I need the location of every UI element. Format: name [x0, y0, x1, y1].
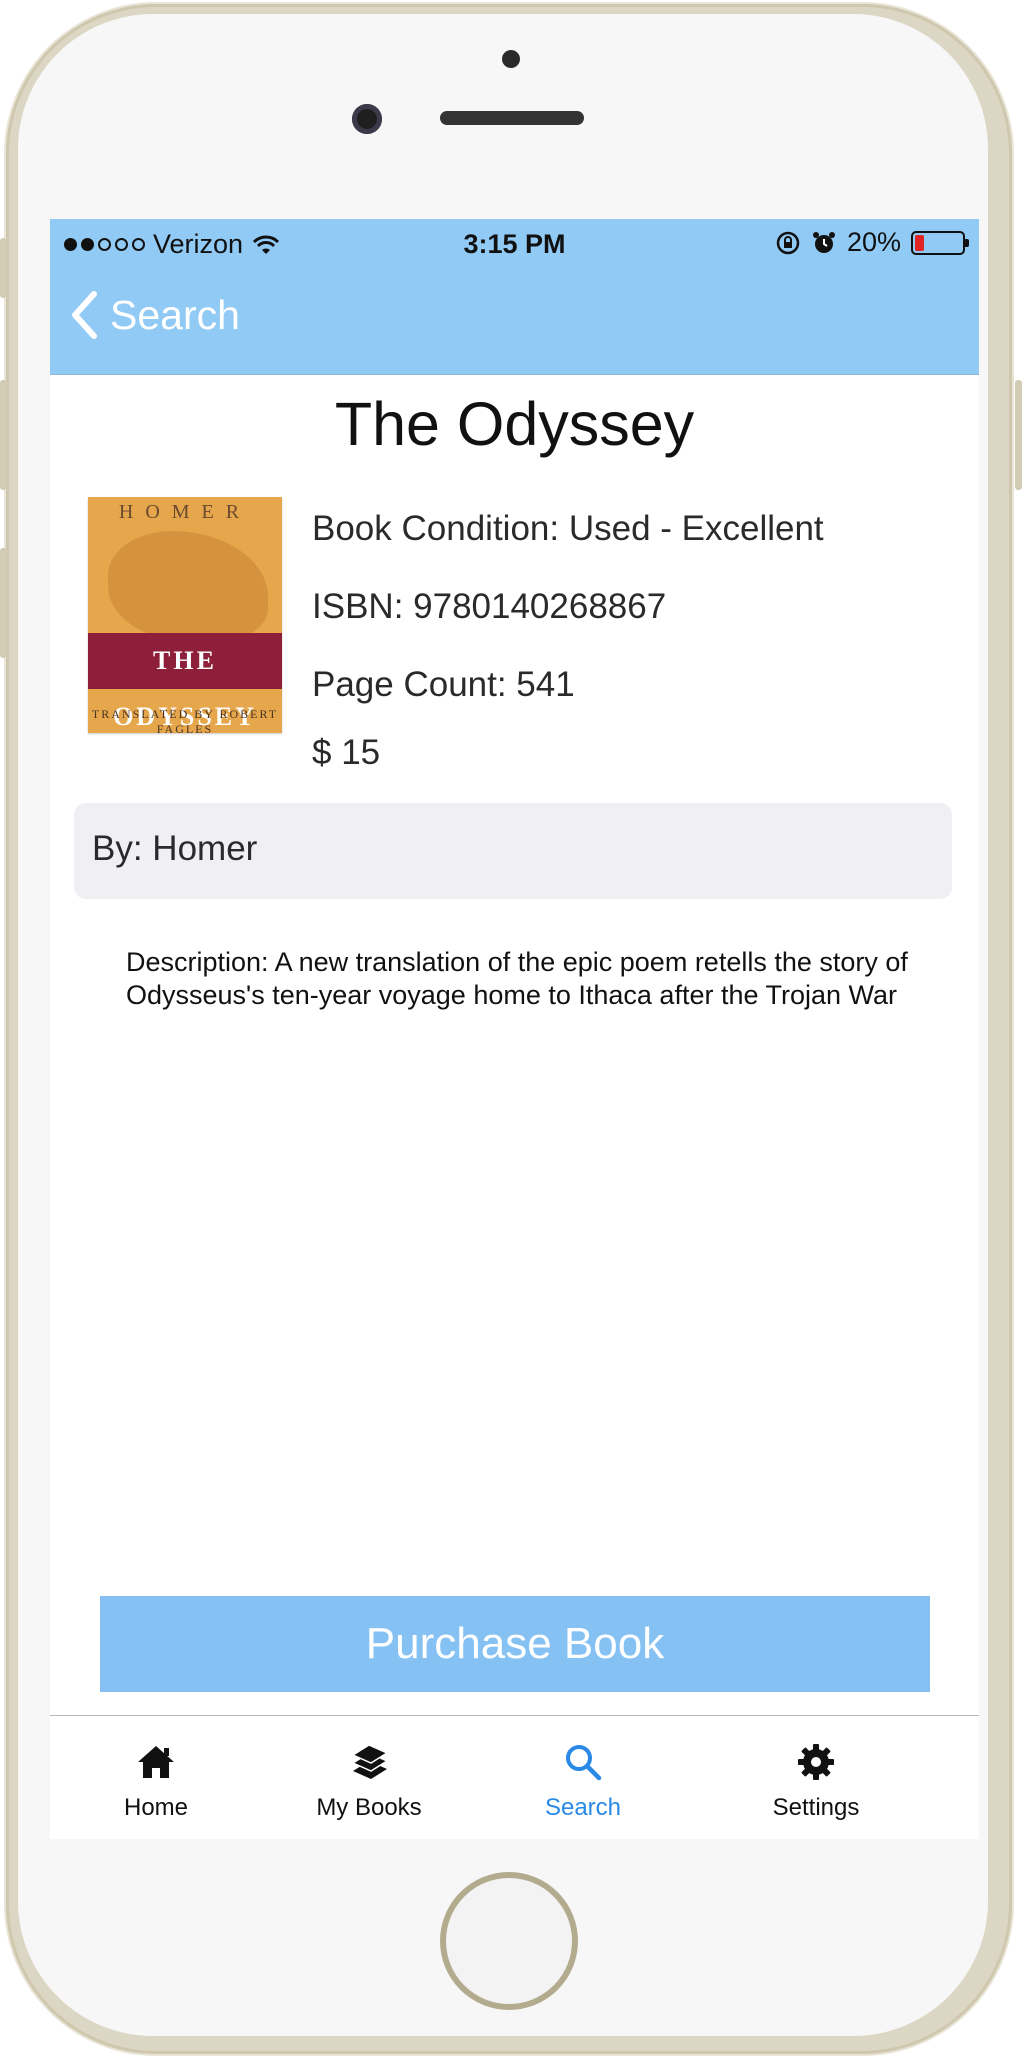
book-price: $ 15	[312, 733, 381, 772]
author-box: By: Homer	[74, 803, 952, 899]
books-icon	[351, 1744, 389, 1779]
tab-search[interactable]: Search	[483, 1738, 683, 1822]
cover-art	[108, 531, 268, 641]
book-title: The Odyssey	[334, 390, 695, 458]
mute-switch	[0, 238, 7, 298]
tab-home-label: Home	[123, 1794, 189, 1821]
rotation-lock-icon	[776, 231, 800, 254]
volume-down-button	[0, 548, 7, 658]
proximity-sensor	[352, 104, 382, 134]
front-camera	[502, 50, 520, 68]
alarm-icon	[812, 231, 835, 253]
search-icon	[566, 1745, 602, 1781]
navigation-bar: Search	[50, 269, 979, 375]
status-right: 20%	[775, 227, 969, 258]
cover-author: HOMER	[118, 501, 252, 523]
home-button[interactable]	[440, 1872, 578, 2010]
earpiece-speaker	[440, 111, 584, 125]
book-author: By: Homer	[92, 829, 258, 868]
book-page-count: Page Count: 541	[312, 665, 575, 704]
book-isbn: ISBN: 9780140268867	[312, 587, 667, 626]
status-bar: Verizon 3:15 PM 20%	[50, 219, 979, 269]
power-button	[1015, 380, 1022, 490]
battery-icon	[911, 230, 969, 255]
volume-up-button	[0, 380, 7, 490]
tab-my-books-label: My Books	[316, 1794, 422, 1821]
battery-percent: 20%	[846, 227, 901, 257]
book-condition: Book Condition: Used - Excellent	[312, 509, 824, 548]
tab-settings-label: Settings	[772, 1794, 860, 1821]
home-icon	[138, 1746, 174, 1778]
book-cover-image: HOMER THE ODYSSEY TRANSLATED BY ROBERT F…	[88, 497, 282, 733]
screen: Verizon 3:15 PM 20% Search The Odyssey H…	[50, 219, 979, 1839]
gear-icon	[798, 1744, 834, 1780]
back-label: Search	[110, 291, 240, 338]
battery-level	[915, 234, 924, 251]
book-description: Description: A new translation of the ep…	[126, 947, 908, 1010]
purchase-book-button[interactable]: Purchase Book	[100, 1596, 930, 1692]
tab-search-label: Search	[544, 1794, 622, 1821]
back-button[interactable]: Search	[70, 291, 240, 339]
tab-home[interactable]: Home	[56, 1738, 256, 1822]
chevron-left-icon	[72, 291, 97, 339]
tab-settings[interactable]: Settings	[716, 1738, 916, 1822]
cover-translator: TRANSLATED BY ROBERT FAGLES	[91, 707, 279, 733]
cover-title: THE ODYSSEY	[88, 633, 282, 731]
tab-my-books[interactable]: My Books	[269, 1738, 469, 1822]
tab-bar: Home My Books Search Settings	[50, 1715, 979, 1839]
